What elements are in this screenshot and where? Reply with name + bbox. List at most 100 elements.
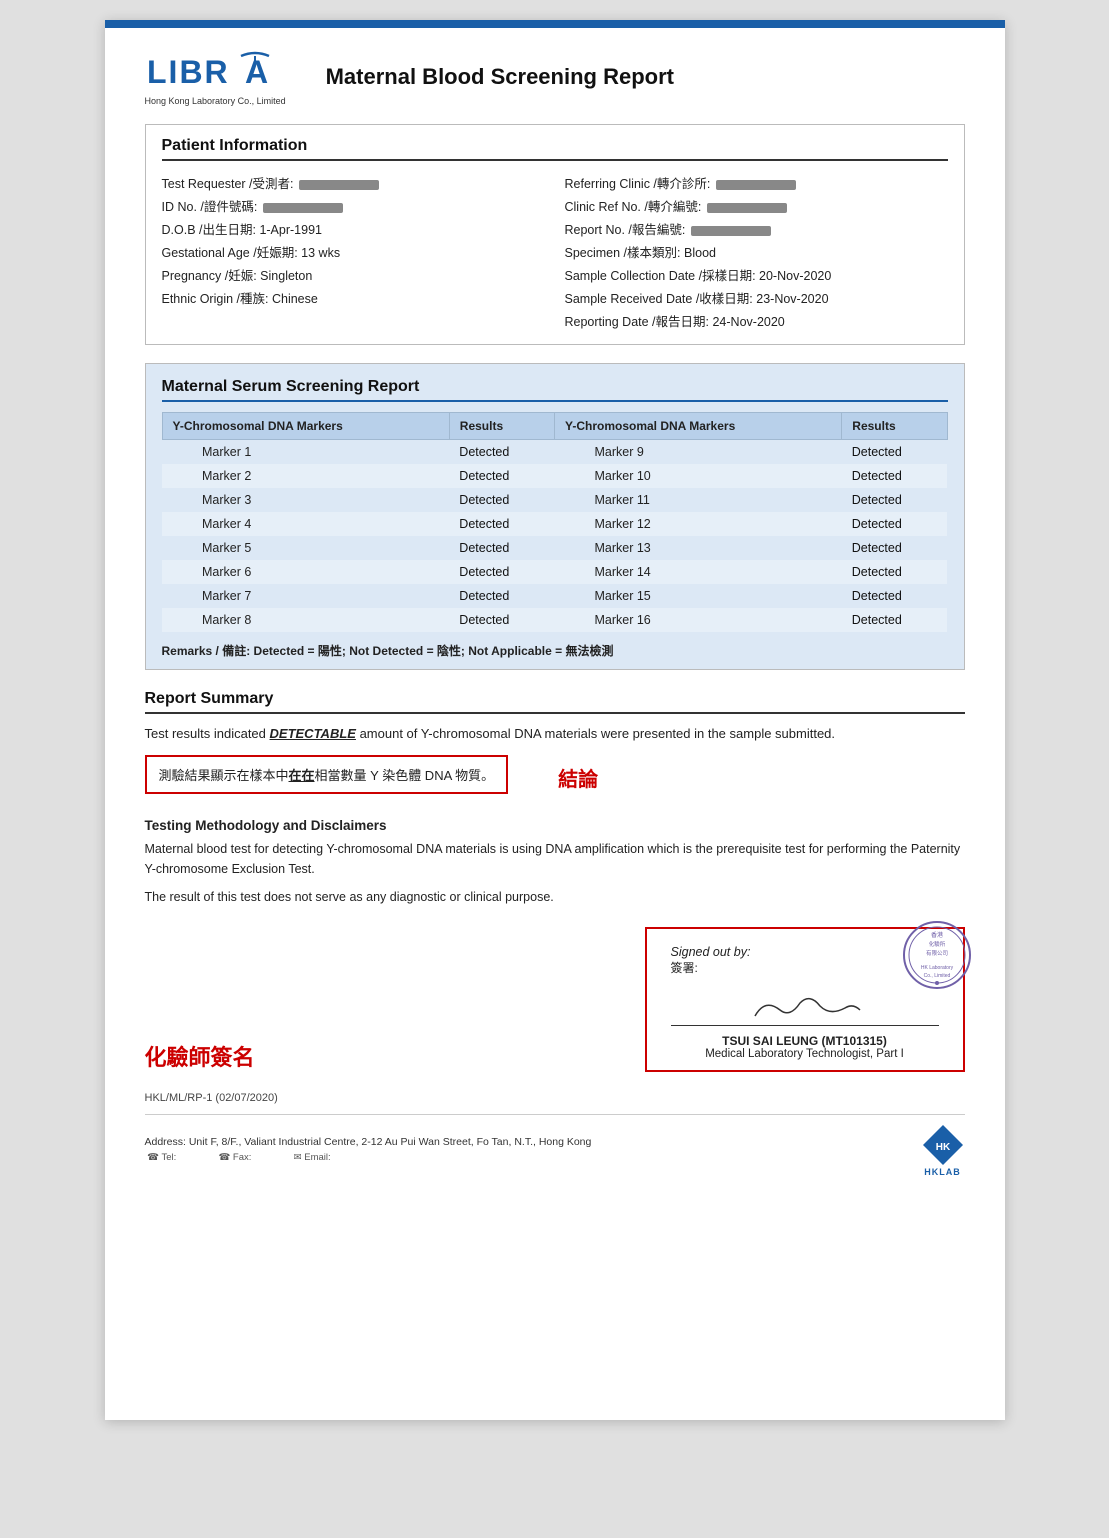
redacted-requester [299, 180, 379, 190]
result-left-6: Detected [449, 584, 554, 608]
report-title: Maternal Blood Screening Report [326, 64, 674, 90]
marker-left-2: Marker 3 [162, 488, 449, 512]
signout-label-cn: 簽署: [671, 959, 939, 976]
patient-info-section: Patient Information Test Requester /受測者:… [145, 124, 965, 345]
marker-right-7: Marker 16 [554, 608, 841, 632]
marker-right-5: Marker 14 [554, 560, 841, 584]
svg-text:A: A [245, 54, 268, 90]
signout-box: 香港 化驗所 有限公司 HK Laboratory Co., Limited S… [645, 927, 965, 1072]
result-right-1: Detected [842, 464, 947, 488]
header: LIBR A Hong Kong Laboratory Co., Limited… [145, 48, 965, 106]
remarks: Remarks / 備註: Detected = 陽性; Not Detecte… [162, 642, 948, 659]
col2-header: Results [449, 413, 554, 440]
methodology-text2: The result of this test does not serve a… [145, 887, 965, 907]
patient-row-samplecollection: Sample Collection Date /採樣日期: 20-Nov-202… [565, 263, 948, 286]
patient-fields-right: Referring Clinic /轉介診所: Clinic Ref No. /… [565, 171, 948, 332]
detectable-word: DETECTABLE [270, 726, 356, 741]
stamp-circle: 香港 化驗所 有限公司 HK Laboratory Co., Limited [901, 919, 973, 991]
result-right-2: Detected [842, 488, 947, 512]
signature-wrapper: 化驗師簽名 香港 化驗所 有限公司 HK Laboratory Co., Lim… [145, 927, 965, 1072]
marker-right-1: Marker 10 [554, 464, 841, 488]
patient-row-ethnic: Ethnic Origin /種族: Chinese [162, 286, 545, 309]
patient-row-dob: D.O.B /出生日期: 1-Apr-1991 [162, 217, 545, 240]
col3-header: Y-Chromosomal DNA Markers [554, 413, 841, 440]
patient-row-requester: Test Requester /受測者: [162, 171, 545, 194]
patient-row-samplereceived: Sample Received Date /收樣日期: 23-Nov-2020 [565, 286, 948, 309]
col4-header: Results [842, 413, 947, 440]
hklab-logo: HK HKLAB [921, 1123, 965, 1177]
marker-right-2: Marker 11 [554, 488, 841, 512]
hklab-text: HKLAB [924, 1167, 961, 1177]
result-left-1: Detected [449, 464, 554, 488]
result-right-0: Detected [842, 440, 947, 465]
signature-line [671, 986, 939, 1026]
marker-left-6: Marker 7 [162, 584, 449, 608]
footer-contact: ☎ Tel: ☎ Fax: ✉ Email: [145, 1152, 901, 1163]
redacted-clinic [716, 180, 796, 190]
patient-row-reportno: Report No. /報告編號: [565, 217, 948, 240]
patient-row-pregnancy: Pregnancy /妊娠: Singleton [162, 263, 545, 286]
signature-svg [745, 988, 865, 1023]
marker-right-6: Marker 15 [554, 584, 841, 608]
patient-row-gestational: Gestational Age /妊娠期: 13 wks [162, 240, 545, 263]
redacted-reportno [691, 226, 771, 236]
svg-text:HK: HK [935, 1142, 950, 1153]
summary-heading: Report Summary [145, 690, 965, 714]
footer-address: Address: Unit F, 8/F., Valiant Industria… [145, 1114, 965, 1177]
methodology-text1: Maternal blood test for detecting Y-chro… [145, 839, 965, 879]
conclusion-label: 結論 [558, 763, 598, 792]
patient-row-specimen: Specimen /樣本類別: Blood [565, 240, 948, 263]
result-right-5: Detected [842, 560, 947, 584]
hklab-diamond-icon: HK [921, 1123, 965, 1167]
page: LIBR A Hong Kong Laboratory Co., Limited… [105, 20, 1005, 1420]
marker-left-4: Marker 5 [162, 536, 449, 560]
chemist-label: 化驗師簽名 [145, 1040, 255, 1072]
result-left-3: Detected [449, 512, 554, 536]
marker-right-4: Marker 13 [554, 536, 841, 560]
patient-row-clinic: Referring Clinic /轉介診所: [565, 171, 948, 194]
conclusion-wrapper: 測驗結果顯示在樣本中在在相當數量 Y 染色體 DNA 物質。 結論 [145, 755, 965, 800]
patient-row-id: ID No. /證件號碼: [162, 194, 545, 217]
result-left-0: Detected [449, 440, 554, 465]
svg-text:化驗所: 化驗所 [928, 940, 945, 948]
signee-title: Medical Laboratory Technologist, Part I [671, 1048, 939, 1060]
cn-bold-text: 在在 [289, 768, 315, 783]
signee-name: TSUI SAI LEUNG (MT101315) [671, 1034, 939, 1048]
conclusion-box: 測驗結果顯示在樣本中在在相當數量 Y 染色體 DNA 物質。 [145, 755, 509, 794]
result-right-3: Detected [842, 512, 947, 536]
result-right-6: Detected [842, 584, 947, 608]
markers-table: Y-Chromosomal DNA Markers Results Y-Chro… [162, 412, 948, 632]
svg-text:Co., Limited: Co., Limited [923, 973, 950, 979]
result-right-7: Detected [842, 608, 947, 632]
marker-right-0: Marker 9 [554, 440, 841, 465]
svg-text:LIBR: LIBR [147, 54, 230, 90]
methodology-heading: Testing Methodology and Disclaimers [145, 818, 965, 833]
libra-logo-svg: LIBR A [145, 48, 285, 94]
patient-info-grid: Test Requester /受測者: ID No. /證件號碼: D.O.B… [162, 171, 948, 332]
top-bar [105, 20, 1005, 28]
marker-left-3: Marker 4 [162, 512, 449, 536]
screening-heading: Maternal Serum Screening Report [162, 378, 948, 402]
result-left-4: Detected [449, 536, 554, 560]
logo-area: LIBR A Hong Kong Laboratory Co., Limited [145, 48, 286, 106]
footer-address-text: Address: Unit F, 8/F., Valiant Industria… [145, 1136, 901, 1163]
col1-header: Y-Chromosomal DNA Markers [162, 413, 449, 440]
result-left-5: Detected [449, 560, 554, 584]
screening-section: Maternal Serum Screening Report Y-Chromo… [145, 363, 965, 670]
patient-row-reporting: Reporting Date /報告日期: 24-Nov-2020 [565, 309, 948, 332]
result-left-2: Detected [449, 488, 554, 512]
marker-left-0: Marker 1 [162, 440, 449, 465]
logo-subtitle: Hong Kong Laboratory Co., Limited [145, 96, 286, 106]
patient-fields-left: Test Requester /受測者: ID No. /證件號碼: D.O.B… [162, 171, 545, 332]
marker-left-1: Marker 2 [162, 464, 449, 488]
svg-text:香港: 香港 [930, 931, 942, 939]
redacted-id [263, 203, 343, 213]
marker-left-5: Marker 6 [162, 560, 449, 584]
summary-section: Report Summary Test results indicated DE… [145, 690, 965, 800]
result-right-4: Detected [842, 536, 947, 560]
marker-left-7: Marker 8 [162, 608, 449, 632]
signout-label: Signed out by: [671, 945, 939, 959]
methodology-section: Testing Methodology and Disclaimers Mate… [145, 818, 965, 907]
footer-doc-ref: HKL/ML/RP-1 (02/07/2020) [145, 1092, 965, 1104]
marker-right-3: Marker 12 [554, 512, 841, 536]
